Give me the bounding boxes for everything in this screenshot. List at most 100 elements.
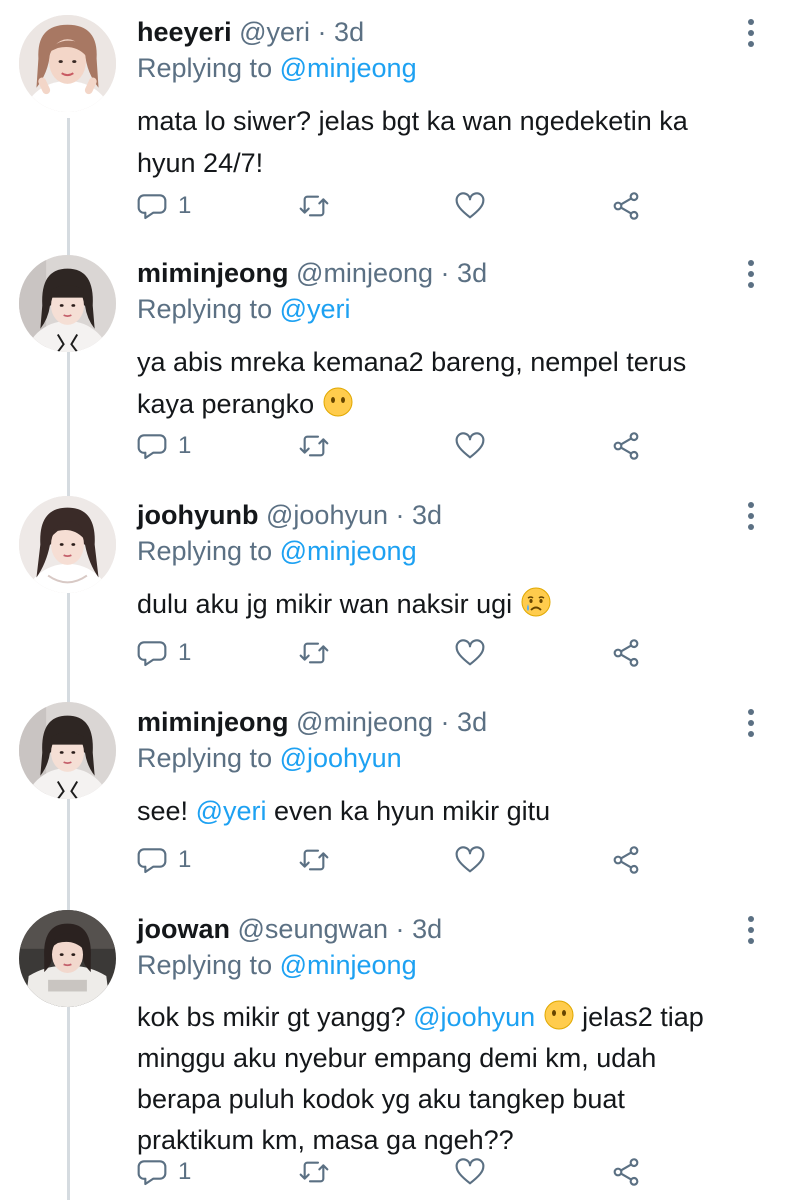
reply-icon [137,1160,167,1186]
user-handle[interactable]: @yeri [239,17,310,47]
like-button[interactable] [454,840,486,880]
inline-mention[interactable]: @yeri [196,796,267,826]
replying-to-label: Replying to [137,53,273,83]
reply-button[interactable]: 1 [136,426,191,466]
tweet-timestamp[interactable]: 3d [334,17,364,47]
share-button[interactable] [610,840,642,880]
tweet-text-content: ya abis mreka kemana2 bareng, nempel ter… [137,347,687,419]
header-separator: · [440,258,450,288]
avatar[interactable] [19,255,116,352]
tweet-actions: 1 [136,426,646,466]
like-icon [455,432,485,459]
share-button[interactable] [610,1152,642,1192]
reply-icon [137,848,167,874]
more-options-icon[interactable] [739,257,763,291]
tweet-timestamp[interactable]: 3d [412,500,442,530]
retweet-icon [299,642,329,664]
retweet-button[interactable] [298,840,330,880]
more-options-icon[interactable] [739,913,763,947]
neutral-face-emoji [323,387,353,417]
avatar[interactable] [19,910,116,1007]
tweet-text-content: dulu aku jg mikir wan naksir ugi [137,589,513,619]
replying-to-mention[interactable]: @joohyun [280,743,402,773]
neutral-face-emoji [544,1000,574,1030]
replying-to-mention[interactable]: @minjeong [280,53,417,83]
reply-icon [137,641,167,667]
reply-count: 1 [178,1158,192,1185]
avatar[interactable] [19,496,116,593]
more-options-icon[interactable] [739,16,763,50]
header-separator: · [395,500,405,530]
like-button[interactable] [454,633,486,673]
replying-to-label: Replying to [137,950,273,980]
tweet-timestamp[interactable]: 3d [457,258,487,288]
reply-button[interactable]: 1 [136,840,191,880]
more-options-icon[interactable] [739,499,763,533]
reply-button[interactable]: 1 [136,1152,191,1192]
tweet-timestamp[interactable]: 3d [457,707,487,737]
display-name[interactable]: joowan [137,914,230,944]
replying-to-line: Replying to @minjeong [137,50,741,86]
user-handle[interactable]: @joohyun [266,500,388,530]
retweet-icon [299,849,329,871]
tweet-text: ya abis mreka kemana2 bareng, nempel ter… [137,341,741,425]
tweet-header: miminjeong @minjeong · 3d [137,255,741,291]
replying-to-line: Replying to @minjeong [137,533,741,569]
replying-to-line: Replying to @yeri [137,291,741,327]
display-name[interactable]: miminjeong [137,258,289,288]
share-icon [613,432,639,460]
tweet-timestamp[interactable]: 3d [412,914,442,944]
retweet-icon [299,1161,329,1183]
tweet-actions: 1 [136,1152,646,1192]
replying-to-label: Replying to [137,294,273,324]
avatar[interactable] [19,15,116,112]
replying-to-line: Replying to @minjeong [137,947,741,983]
reply-icon [137,194,167,220]
tweet-text-content: mata lo siwer? jelas bgt ka wan ngedeket… [137,106,688,178]
share-button[interactable] [610,426,642,466]
reply-count: 1 [178,192,192,219]
like-button[interactable] [454,186,486,226]
display-name[interactable]: miminjeong [137,707,289,737]
reply-count: 1 [178,639,192,666]
reply-count: 1 [178,432,192,459]
avatar[interactable] [19,702,116,799]
replying-to-mention[interactable]: @minjeong [280,536,417,566]
reply-button[interactable]: 1 [136,186,191,226]
like-button[interactable] [454,426,486,466]
replying-to-label: Replying to [137,536,273,566]
share-icon [613,192,639,220]
share-icon [613,1158,639,1186]
more-options-icon[interactable] [739,706,763,740]
header-separator: · [395,914,405,944]
header-separator: · [440,707,450,737]
reply-button[interactable]: 1 [136,633,191,673]
display-name[interactable]: heeyeri [137,17,232,47]
tweet-header: miminjeong @minjeong · 3d [137,704,741,740]
tweet-header: joohyunb @joohyun · 3d [137,497,741,533]
tweet-text: mata lo siwer? jelas bgt ka wan ngedeket… [137,100,741,184]
tweet-text-content: even ka hyun mikir gitu [274,796,551,826]
like-icon [455,846,485,873]
header-separator: · [317,17,327,47]
replying-to-mention[interactable]: @minjeong [280,950,417,980]
retweet-button[interactable] [298,426,330,466]
replying-to-label: Replying to [137,743,273,773]
retweet-button[interactable] [298,633,330,673]
tweet-actions: 1 [136,840,646,880]
share-icon [613,846,639,874]
replying-to-mention[interactable]: @yeri [280,294,351,324]
share-icon [613,639,639,667]
like-button[interactable] [454,1152,486,1192]
share-button[interactable] [610,633,642,673]
share-button[interactable] [610,186,642,226]
user-handle[interactable]: @minjeong [296,258,433,288]
retweet-button[interactable] [298,1152,330,1192]
display-name[interactable]: joohyunb [137,500,258,530]
inline-mention[interactable]: @joohyun [413,1002,535,1032]
user-handle[interactable]: @seungwan [238,914,389,944]
tweet-text: see! @yeri even ka hyun mikir gitu [137,790,741,832]
retweet-button[interactable] [298,186,330,226]
user-handle[interactable]: @minjeong [296,707,433,737]
tweet-text-content: see! [137,796,189,826]
